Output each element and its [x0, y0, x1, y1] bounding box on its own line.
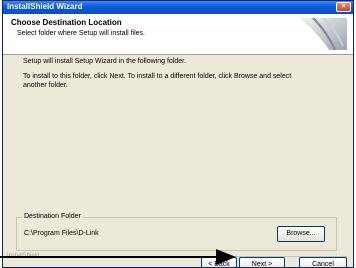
next-button-label: Next >: [251, 261, 273, 268]
close-button[interactable]: ×: [336, 2, 351, 12]
instructions-line1: To install to this folder, click Next. T…: [23, 73, 292, 80]
page-subtitle: Select folder where Setup will install f…: [17, 30, 146, 37]
title-bar: InstallShield Wizard ×: [3, 1, 353, 14]
destination-folder-label: Destination Folder: [22, 213, 83, 220]
setup-info-text: Setup will install Setup Wizard in the f…: [23, 58, 187, 65]
instructions-line2: another folder.: [23, 82, 68, 89]
page-title: Choose Destination Location: [11, 18, 122, 27]
cancel-button[interactable]: Cancel: [299, 257, 347, 267]
browse-button[interactable]: Browse...: [277, 226, 325, 242]
wizard-header: Choose Destination Location Select folde…: [3, 14, 353, 55]
installshield-wizard-window: InstallShield Wizard × Choose Destinatio…: [2, 0, 354, 268]
next-button[interactable]: Next >: [239, 257, 285, 268]
window-title: InstallShield Wizard: [7, 2, 83, 11]
arrow-pointer: [0, 249, 236, 265]
destination-path: C:\Program Files\D-Link: [24, 230, 99, 237]
close-icon: ×: [341, 3, 346, 10]
installshield-decor-graphic: [299, 17, 347, 51]
